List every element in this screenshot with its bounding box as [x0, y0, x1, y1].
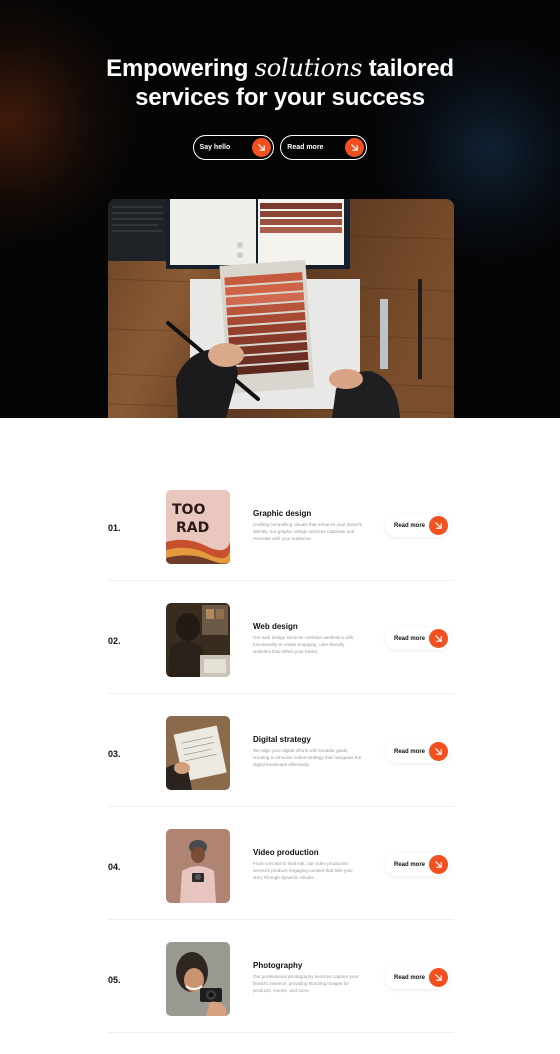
service-number: 02. — [108, 636, 121, 646]
service-number: 04. — [108, 862, 121, 872]
hero-title: Empowering solutions tailored services f… — [0, 54, 560, 112]
service-description: We align your digital efforts with broad… — [253, 748, 362, 767]
arrow-down-right-icon — [345, 138, 365, 157]
service-title: Photography — [253, 961, 303, 970]
hero-title-italic: solutions — [254, 54, 363, 82]
read-more-label: Read more — [394, 861, 426, 868]
service-description: From concept to final edit, our video pr… — [253, 861, 353, 880]
service-row: 05. Photography Our professional photogr… — [108, 920, 454, 1033]
service-title: Graphic design — [253, 509, 312, 518]
hero-read-more-button[interactable]: Read more — [280, 135, 368, 160]
read-more-label: Read more — [394, 522, 426, 529]
service-description: Our professional photography services ca… — [253, 974, 359, 993]
read-more-button[interactable]: Read more — [385, 740, 450, 763]
read-more-button[interactable]: Read more — [385, 853, 450, 876]
hero-buttons: Say hello Read more — [0, 135, 560, 160]
hero-title-part1: Empowering — [106, 55, 249, 82]
service-thumbnail-digital-strategy — [166, 716, 230, 790]
arrow-down-right-icon — [429, 968, 448, 987]
hero-section: Empowering solutions tailored services f… — [0, 0, 560, 418]
arrow-down-right-icon — [252, 138, 272, 157]
hero-read-more-label: Read more — [287, 144, 324, 151]
service-row: 04. Video production From concept to fin… — [108, 807, 454, 920]
service-number: 05. — [108, 975, 121, 985]
service-row: 01. TOO RAD Graphic design Crafting comp… — [108, 468, 454, 581]
service-title: Web design — [253, 622, 298, 631]
service-row: 03. Digital strategy We align your digit… — [108, 694, 454, 807]
service-thumbnail-graphic-design: TOO RAD — [166, 490, 230, 564]
service-description: Crafting compelling visuals that enhance… — [253, 522, 362, 541]
arrow-down-right-icon — [429, 629, 448, 648]
say-hello-label: Say hello — [199, 144, 231, 151]
read-more-button[interactable]: Read more — [385, 627, 450, 650]
read-more-button[interactable]: Read more — [385, 966, 450, 989]
arrow-down-right-icon — [429, 516, 448, 535]
service-thumbnail-web-design — [166, 603, 230, 677]
service-thumbnail-photography — [166, 942, 230, 1016]
hero-image-color-swatches — [108, 199, 454, 418]
service-row: 02. Web design Our web design services c… — [108, 581, 454, 694]
hero-title-line2: services for your success — [135, 84, 425, 111]
service-title: Digital strategy — [253, 735, 311, 744]
service-number: 01. — [108, 523, 121, 533]
service-description: Our web design services combine aestheti… — [253, 635, 354, 654]
read-more-label: Read more — [394, 974, 426, 981]
hero-title-part2: tailored — [368, 55, 454, 82]
read-more-label: Read more — [394, 635, 426, 642]
service-number: 03. — [108, 749, 121, 759]
arrow-down-right-icon — [429, 742, 448, 761]
read-more-button[interactable]: Read more — [385, 514, 450, 537]
arrow-down-right-icon — [429, 855, 448, 874]
svg-text:RAD: RAD — [176, 520, 209, 536]
read-more-label: Read more — [394, 748, 426, 755]
service-thumbnail-video-production — [166, 829, 230, 903]
say-hello-button[interactable]: Say hello — [192, 135, 275, 160]
service-title: Video production — [253, 848, 319, 857]
svg-text:TOO: TOO — [172, 502, 205, 518]
